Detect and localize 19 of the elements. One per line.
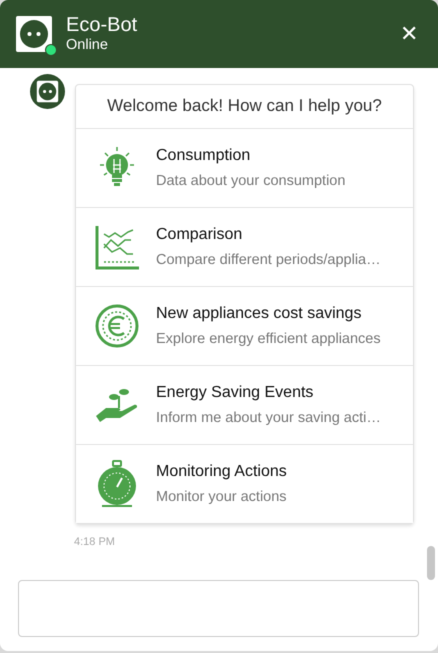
option-title: Monitoring Actions	[156, 462, 287, 482]
menu-option[interactable]: Consumption Data about your consumption	[76, 128, 413, 208]
option-title: New appliances cost savings	[156, 304, 362, 324]
option-description: Explore energy efficient appliances	[156, 330, 381, 348]
bot-status: Online	[66, 36, 109, 54]
menu-option[interactable]: Energy Saving Events Inform me about your saving acti…	[76, 366, 413, 444]
option-description: Monitor your actions	[156, 488, 287, 506]
message-time: 4:18 PM	[74, 534, 116, 550]
option-description: Compare different periods/applia…	[156, 250, 381, 268]
option-title: Comparison	[156, 224, 244, 244]
close-button[interactable]: ✕	[396, 23, 422, 45]
option-description: Data about your consumption	[156, 172, 346, 190]
option-title: Consumption	[156, 146, 252, 166]
option-description: Inform me about your saving acti…	[156, 408, 381, 426]
menu-option[interactable]: Monitoring Actions Monitor your actions	[76, 444, 413, 522]
bot-name: Eco-Bot	[66, 14, 138, 36]
menu-option[interactable]: Comparison Compare different periods/applia…	[76, 208, 413, 286]
menu-option[interactable]: New appliances cost savings Explore energy efficient appliances	[76, 286, 413, 366]
option-title: Energy Saving Events	[156, 382, 314, 402]
